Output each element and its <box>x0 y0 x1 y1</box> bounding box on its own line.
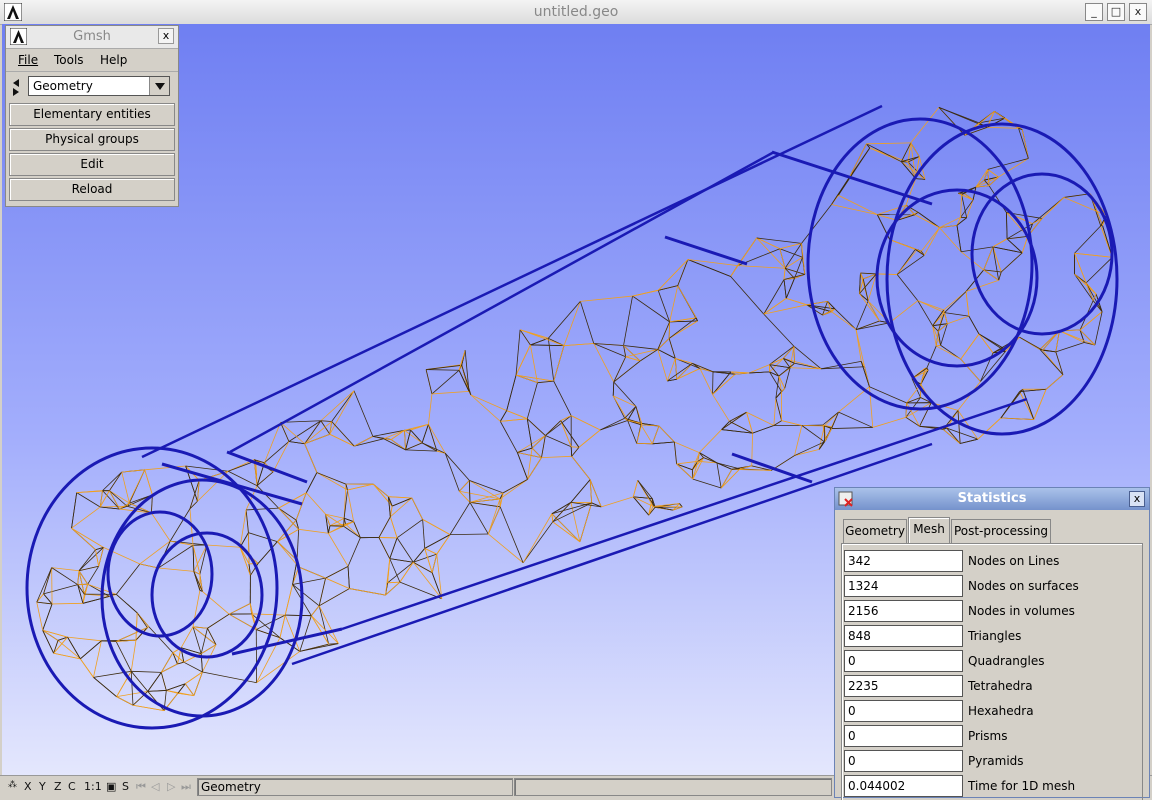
close-button[interactable]: x <box>1129 3 1147 21</box>
status-message-field-2 <box>514 778 832 796</box>
stat-value-field[interactable]: 1324 <box>844 575 963 597</box>
gmsh-menu-panel: Gmsh x File Tools Help Geometry Elementa… <box>5 25 179 207</box>
window-title: untitled.geo <box>0 4 1152 20</box>
stat-value: 2235 <box>848 679 879 693</box>
view-x-button[interactable]: X <box>24 780 32 793</box>
tab-mesh[interactable]: Mesh <box>908 517 950 544</box>
stat-value-field[interactable]: 0 <box>844 700 963 722</box>
stat-value-field[interactable]: 2156 <box>844 600 963 622</box>
panel-title: Gmsh <box>6 29 178 44</box>
stat-value: 0 <box>848 654 856 668</box>
panel-titlebar: Gmsh x <box>6 26 178 49</box>
module-prev-next-arrows-icon[interactable] <box>10 76 24 98</box>
view-y-button[interactable]: Y <box>39 780 46 793</box>
play-icon[interactable]: ▷ <box>167 780 175 793</box>
stat-label: Prisms <box>968 729 1008 743</box>
stat-value: 0.044002 <box>848 779 905 793</box>
stat-value-field[interactable]: 342 <box>844 550 963 572</box>
module-select[interactable]: Geometry <box>28 76 170 96</box>
menu-file[interactable]: File <box>18 53 38 67</box>
stat-label: Triangles <box>968 629 1021 643</box>
stat-value-field[interactable]: 2235 <box>844 675 963 697</box>
status-message: Geometry <box>201 780 261 794</box>
stat-label: Tetrahedra <box>968 679 1033 693</box>
options-icon[interactable]: ▣ <box>106 780 116 793</box>
stat-value-field[interactable]: 0 <box>844 650 963 672</box>
stat-label: Nodes on surfaces <box>968 579 1079 593</box>
reload-button[interactable]: Reload <box>9 178 175 201</box>
stat-value: 0 <box>848 704 856 718</box>
physical-groups-button[interactable]: Physical groups <box>9 128 175 151</box>
stat-value-field[interactable]: 0 <box>844 750 963 772</box>
stat-value-field[interactable]: 848 <box>844 625 963 647</box>
module-nav-row: Geometry <box>6 72 178 100</box>
next-step-icon[interactable]: ⏭ <box>181 780 191 794</box>
statistics-close-button[interactable]: x <box>1129 491 1145 507</box>
chevron-down-icon[interactable] <box>149 77 169 95</box>
elementary-entities-button[interactable]: Elementary entities <box>9 103 175 126</box>
stat-value: 0 <box>848 754 856 768</box>
menu-tools[interactable]: Tools <box>54 53 84 67</box>
status-s-button[interactable]: S <box>122 780 129 793</box>
status-message-field: Geometry <box>197 778 513 796</box>
tab-geometry[interactable]: Geometry <box>843 519 907 543</box>
stat-label: Time for 1D mesh <box>968 779 1075 793</box>
menu-help[interactable]: Help <box>100 53 127 67</box>
stat-value: 2156 <box>848 604 879 618</box>
scale-1-1-button[interactable]: 1:1 <box>84 780 102 793</box>
menubar: File Tools Help <box>6 49 178 72</box>
edit-button[interactable]: Edit <box>9 153 175 176</box>
statistics-window: Statistics x Geometry Mesh Post-processi… <box>834 487 1150 798</box>
stat-label: Quadrangles <box>968 654 1045 668</box>
stat-value: 1324 <box>848 579 879 593</box>
stat-label: Hexahedra <box>968 704 1034 718</box>
statistics-title: Statistics <box>835 491 1149 506</box>
window-titlebar: untitled.geo _ □ x <box>0 0 1152 25</box>
tab-post-processing[interactable]: Post-processing <box>951 519 1051 543</box>
axes-icon[interactable]: ⁂ <box>8 780 17 790</box>
statistics-titlebar: Statistics x <box>835 488 1149 510</box>
stat-value: 0 <box>848 729 856 743</box>
first-step-icon[interactable]: ⏮ <box>136 780 146 794</box>
panel-close-button[interactable]: x <box>158 28 174 44</box>
stat-value-field[interactable]: 0 <box>844 725 963 747</box>
stat-label: Pyramids <box>968 754 1024 768</box>
stat-value-field[interactable]: 0.044002 <box>844 775 963 797</box>
prev-step-icon[interactable]: ◁ <box>151 780 159 793</box>
rotate-button[interactable]: C <box>68 780 76 793</box>
view-z-button[interactable]: Z <box>54 780 62 793</box>
module-select-value: Geometry <box>33 79 93 93</box>
stat-label: Nodes on Lines <box>968 554 1059 568</box>
stat-value: 848 <box>848 629 871 643</box>
maximize-button[interactable]: □ <box>1107 3 1125 21</box>
stat-label: Nodes in volumes <box>968 604 1075 618</box>
minimize-button[interactable]: _ <box>1085 3 1103 21</box>
stat-value: 342 <box>848 554 871 568</box>
